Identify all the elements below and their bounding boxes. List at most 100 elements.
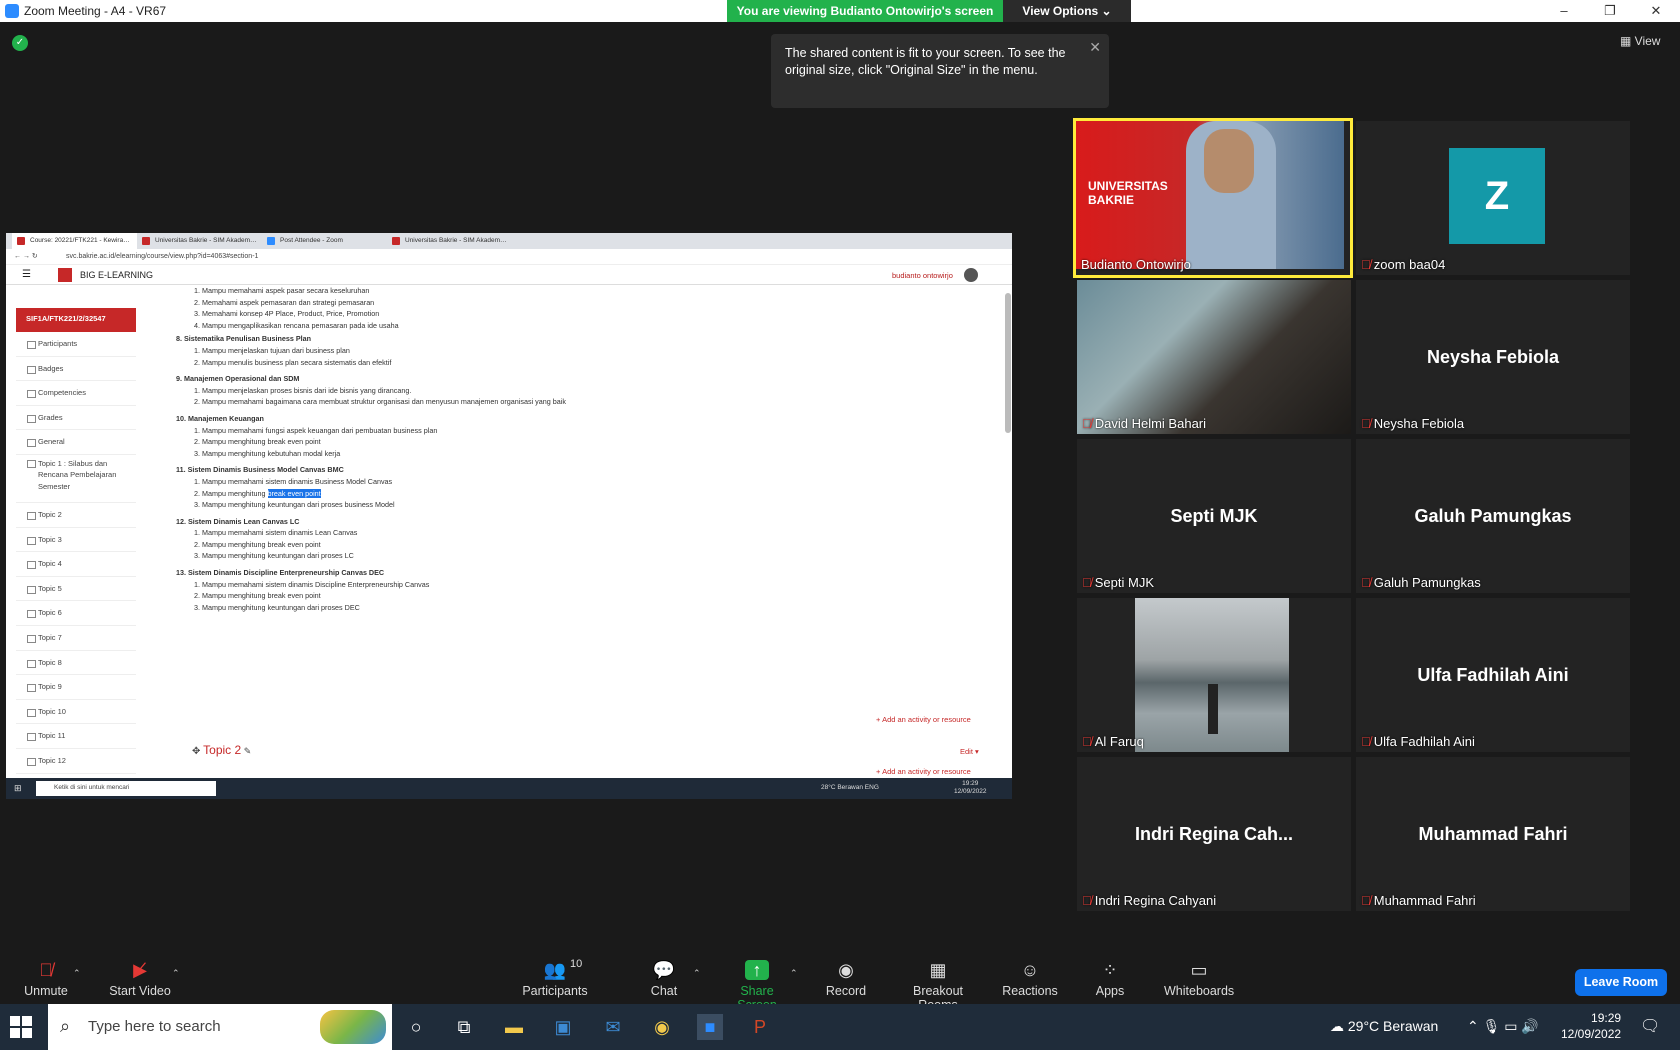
taskbar-clock[interactable]: 19:29 12/09/2022	[1561, 1010, 1621, 1042]
start-video-button[interactable]: ▶̸ Start Video	[106, 960, 174, 998]
add-activity-link[interactable]: + Add an activity or resource	[876, 715, 971, 724]
item-text: 2. Mampu menghitung break even point	[194, 591, 321, 601]
system-tray-icons[interactable]: ⌃ 🎙 ▭ 🔊	[1467, 1018, 1539, 1035]
muted-mic-icon: 🎙̸	[1361, 575, 1371, 590]
sidebar-item[interactable]: Topic 6	[16, 601, 136, 626]
view-button[interactable]: ▦ View	[1620, 34, 1660, 48]
item-text: 11. Sistem Dinamis Business Model Canvas…	[176, 465, 344, 475]
item-text: 2. Mampu menghitung break even point	[194, 539, 321, 549]
minimize-icon[interactable]: –	[1541, 0, 1587, 22]
start-button[interactable]	[10, 1016, 32, 1038]
sidebar-item[interactable]: Topic 12	[16, 749, 136, 774]
nav-arrows-icon[interactable]: ← → ↻	[14, 252, 38, 260]
sidebar-item[interactable]: Topic 8	[16, 651, 136, 676]
list-item: 2. Mampu menghitung break even point	[176, 488, 996, 500]
user-name[interactable]: budianto ontowirjo	[892, 271, 953, 280]
windows-logo-icon[interactable]: ⊞	[14, 783, 22, 794]
sidebar-item[interactable]: Topic 1 : Silabus dan Rencana Pembelajar…	[16, 455, 136, 503]
muted-mic-icon: 🎙̸	[39, 960, 53, 980]
browser-tab[interactable]: Universitas Bakrie - SIM Akadem…	[387, 233, 512, 249]
site-brand[interactable]: BIG E-LEARNING	[80, 270, 153, 280]
participant-name: Neysha Febiola	[1373, 416, 1465, 431]
sidebar-item[interactable]: Topic 5	[16, 577, 136, 602]
weather-widget[interactable]: ☁ 29°C Berawan	[1330, 1018, 1438, 1035]
chat-options-caret-icon[interactable]: ⌃	[693, 968, 701, 979]
scrollbar[interactable]	[1005, 293, 1011, 433]
whiteboards-button[interactable]: ▭ Whiteboards	[1164, 960, 1234, 998]
notification-icon[interactable]: 🗨	[1640, 1016, 1660, 1036]
sidebar-item[interactable]: Topic 10	[16, 700, 136, 725]
video-tile[interactable]: UNIVERSITAS BAKRIE Budianto Ontowirjo	[1073, 118, 1353, 278]
taskbar-search[interactable]: ⌕ Type here to search	[48, 1004, 392, 1050]
participant-name: zoom baa04	[1373, 257, 1446, 272]
move-icon[interactable]: ✥	[192, 746, 203, 757]
sidebar-item[interactable]: Competencies	[16, 381, 136, 406]
grid-icon: ▦	[1620, 34, 1635, 48]
remote-search[interactable]: Ketik di sini untuk mencari	[36, 781, 216, 796]
encryption-shield-icon[interactable]: ✓	[12, 35, 28, 51]
shared-screen[interactable]: Course: 20221/FTK221 - Kewira… Universit…	[6, 233, 1012, 799]
zoom-taskbar-icon[interactable]: ■	[697, 1014, 723, 1040]
muted-mic-icon: 🎙̸	[1082, 575, 1092, 590]
close-tooltip-icon[interactable]: ✕	[1089, 39, 1101, 56]
task-view-icon[interactable]: ⧉	[451, 1014, 477, 1040]
powerpoint-icon[interactable]: P	[747, 1014, 773, 1040]
browser-tab[interactable]: Universitas Bakrie - SIM Akadem…	[137, 233, 262, 249]
hamburger-icon[interactable]: ☰	[22, 269, 31, 280]
search-icon: ⌕	[60, 1016, 71, 1036]
sidebar-item[interactable]: Topic 7	[16, 626, 136, 651]
edit-menu[interactable]: Edit ▾	[960, 747, 979, 756]
item-text: 10. Manajemen Keuangan	[176, 413, 264, 423]
video-tile[interactable]: Ulfa Fadhilah Aini 🎙̸ Ulfa Fadhilah Aini	[1356, 598, 1630, 752]
close-icon[interactable]: ✕	[1633, 0, 1679, 22]
sidebar-item[interactable]: Badges	[16, 357, 136, 382]
restore-icon[interactable]: ❐	[1587, 0, 1633, 22]
video-tile[interactable]: Neysha Febiola 🎙̸ Neysha Febiola	[1356, 280, 1630, 434]
browser-tab[interactable]: Post Attendee - Zoom	[262, 233, 387, 249]
video-tile[interactable]: Z 🎙̸ zoom baa04	[1356, 121, 1630, 275]
unmute-button[interactable]: 🎙̸ Unmute	[20, 960, 72, 998]
sidebar-item[interactable]: Topic 11	[16, 724, 136, 749]
share-options-caret-icon[interactable]: ⌃	[790, 968, 798, 979]
chrome-icon[interactable]: ◉	[649, 1014, 675, 1040]
leave-room-button[interactable]: Leave Room	[1575, 969, 1667, 996]
chat-button[interactable]: 💬 Chat	[648, 960, 680, 998]
sidebar-item[interactable]: General	[16, 430, 136, 455]
video-options-caret-icon[interactable]: ⌃	[172, 968, 180, 979]
address-bar[interactable]: ← → ↻ svc.bakrie.ac.id/elearning/course/…	[6, 249, 1012, 265]
video-tile[interactable]: 🎙̸ David Helmi Bahari	[1077, 280, 1351, 434]
store-icon[interactable]: ▣	[550, 1014, 576, 1040]
add-activity-link[interactable]: + Add an activity or resource	[876, 767, 971, 776]
video-tile[interactable]: Septi MJK 🎙̸ Septi MJK	[1077, 439, 1351, 593]
participants-button[interactable]: 👥 10 Participants	[520, 958, 590, 998]
mail-icon[interactable]: ✉	[600, 1014, 626, 1040]
participant-label: 🎙̸ David Helmi Bahari	[1082, 416, 1206, 431]
video-tile[interactable]: Indri Regina Cah... 🎙̸ Indri Regina Cahya…	[1077, 757, 1351, 911]
apps-button[interactable]: ⁘ Apps	[1095, 960, 1125, 998]
sidebar-item[interactable]: Topic 3	[16, 528, 136, 553]
audio-options-caret-icon[interactable]: ⌃	[73, 968, 81, 979]
sidebar-item[interactable]: Grades	[16, 406, 136, 431]
video-tile[interactable]: Galuh Pamungkas 🎙̸ Galuh Pamungkas	[1356, 439, 1630, 593]
file-explorer-icon[interactable]: ▬	[501, 1014, 527, 1040]
video-tile[interactable]: Muhammad Fahri 🎙̸ Muhammad Fahri	[1356, 757, 1630, 911]
course-code[interactable]: SIF1A/FTK221/2/32547	[16, 308, 136, 332]
remote-tray: 28°C Berawan ENG	[821, 784, 879, 791]
sidebar-item[interactable]: Participants	[16, 332, 136, 357]
topic-2-heading[interactable]: ✥ Topic 2 ✎	[192, 743, 251, 757]
item-text: 3. Mampu menghitung keuntungan dari pros…	[194, 500, 395, 510]
pencil-icon[interactable]: ✎	[241, 746, 252, 756]
sidebar-item[interactable]: Topic 2	[16, 503, 136, 528]
sidebar-item[interactable]: Topic 4	[16, 552, 136, 577]
view-options-button[interactable]: View Options ⌄	[1003, 0, 1131, 22]
browser-tab[interactable]: Course: 20221/FTK221 - Kewira…	[12, 233, 137, 249]
reactions-button[interactable]: ☺ Reactions	[1002, 960, 1058, 998]
list-item: 1. Mampu menjelaskan tujuan dari busines…	[176, 345, 996, 357]
browser-tabs: Course: 20221/FTK221 - Kewira… Universit…	[6, 233, 1012, 249]
record-button[interactable]: ◉ Record	[825, 960, 867, 998]
muted-mic-icon: 🎙̸	[1082, 893, 1092, 908]
video-tile[interactable]: 🎙̸ Al Faruq	[1077, 598, 1351, 752]
sidebar-item[interactable]: Topic 9	[16, 675, 136, 700]
cortana-icon[interactable]: ○	[403, 1014, 429, 1040]
avatar[interactable]	[964, 268, 978, 282]
